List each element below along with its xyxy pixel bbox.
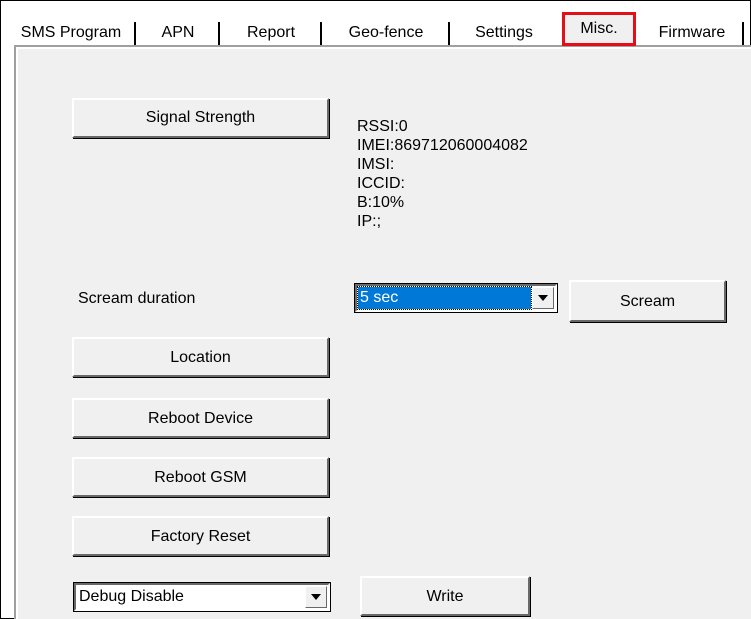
tab-geo-fence[interactable]: Geo-fence — [324, 18, 448, 48]
scream-button[interactable]: Scream — [569, 280, 726, 322]
ip-value: IP:; — [357, 213, 382, 230]
tab-separator — [320, 22, 322, 46]
scream-duration-value: 5 sec — [357, 286, 532, 310]
tab-sms-program[interactable]: SMS Program — [8, 18, 134, 48]
factory-reset-button[interactable]: Factory Reset — [72, 516, 329, 556]
signal-strength-button[interactable]: Signal Strength — [72, 98, 329, 138]
write-button[interactable]: Write — [360, 576, 530, 616]
debug-mode-value: Debug Disable — [79, 588, 184, 605]
chevron-down-icon — [311, 594, 321, 600]
dropdown-button[interactable] — [305, 586, 327, 608]
active-tab-highlight — [562, 12, 636, 46]
chevron-down-icon — [538, 295, 548, 301]
tab-separator — [218, 22, 220, 46]
location-button[interactable]: Location — [72, 337, 329, 377]
tab-separator — [134, 22, 136, 46]
debug-mode-select[interactable]: Debug Disable — [73, 582, 331, 612]
imei-value: IMEI:869712060004082 — [357, 137, 528, 154]
reboot-device-button[interactable]: Reboot Device — [72, 398, 329, 438]
tab-separator — [742, 22, 744, 46]
tab-strip: SMS Program APN Report Geo-fence Setting… — [8, 12, 751, 48]
dropdown-button[interactable] — [532, 287, 554, 309]
scream-duration-select[interactable]: 5 sec — [354, 283, 558, 313]
tab-settings[interactable]: Settings — [452, 18, 556, 48]
battery-value: B:10% — [357, 194, 405, 211]
tab-firmware[interactable]: Firmware — [644, 18, 740, 48]
rssi-value: RSSI:0 — [357, 118, 408, 135]
imsi-value: IMSI: — [357, 156, 395, 173]
scream-duration-label: Scream duration — [78, 290, 196, 307]
tab-apn[interactable]: APN — [138, 18, 218, 48]
iccid-value: ICCID: — [357, 175, 405, 192]
reboot-gsm-button[interactable]: Reboot GSM — [72, 457, 329, 497]
device-info: RSSI:0 IMEI:869712060004082 IMSI: ICCID:… — [357, 117, 528, 231]
tab-report[interactable]: Report — [222, 18, 320, 48]
tab-separator — [448, 22, 450, 46]
